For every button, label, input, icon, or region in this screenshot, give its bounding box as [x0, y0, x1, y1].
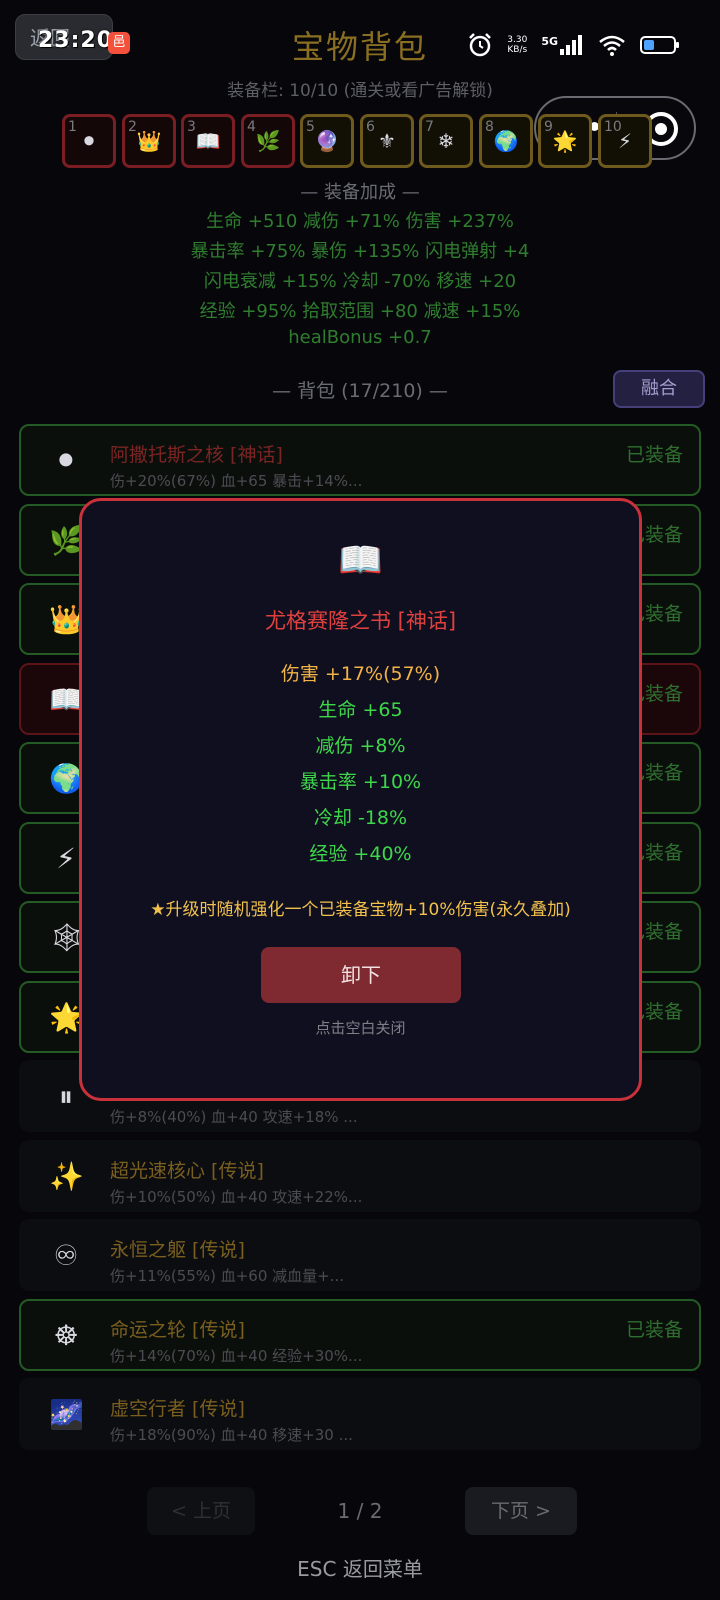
- item-desc: 伤+10%(50%) 血+40 攻速+22%...: [110, 1188, 363, 1206]
- item-desc: 伤+18%(90%) 血+40 移速+30 ...: [110, 1426, 353, 1444]
- item-detail-modal: 📖 尤格赛隆之书 [神话] 伤害 +17%(57%) 生命 +65 减伤 +8%…: [79, 498, 642, 1101]
- snowflake-icon: ❄: [437, 129, 455, 153]
- item-row[interactable]: 🌌 虚空行者 [传说] 伤+18%(90%) 血+40 移速+30 ...: [19, 1378, 701, 1450]
- equip-slots: 1 ⚫ 2 👑 3 📖 4 🌿 5 🔮 6 ⚜ 7 ❄ 8 🌍 9 🌟 10 ⚡: [62, 114, 662, 170]
- equipped-status: 已装备: [625, 1319, 683, 1341]
- prev-page-button[interactable]: < 上页: [147, 1487, 255, 1535]
- bonus-line: 经验 +95% 拾取范围 +80 减速 +15%: [199, 301, 521, 322]
- star-burst-icon: 🌟: [552, 129, 578, 153]
- equip-slot[interactable]: 5 🔮: [300, 114, 354, 168]
- lightning-icon: ⚡: [617, 129, 633, 153]
- globe-icon: 🌍: [493, 129, 519, 153]
- book-icon: 📖: [338, 540, 383, 581]
- item-desc: 伤+11%(55%) 血+60 减血量+...: [110, 1267, 345, 1285]
- web-icon: 🕸: [49, 921, 85, 954]
- alarm-icon: [469, 33, 492, 57]
- bonus-line: 生命 +510 减伤 +71% 伤害 +237%: [206, 211, 514, 232]
- item-name: 超光速核心 [传说]: [110, 1160, 264, 1182]
- equip-slot[interactable]: 9 🌟: [538, 114, 592, 168]
- modal-stat-defense: 减伤 +8%: [315, 735, 406, 757]
- herb-icon: 🌿: [49, 524, 84, 557]
- modal-special-effect: ★升级时随机强化一个已装备宝物+10%伤害(永久叠加): [150, 900, 571, 920]
- bonus-title: — 装备加成 —: [300, 182, 420, 203]
- net-speed: 3.30 KB/s: [507, 35, 528, 55]
- lightning-icon: ⚡: [56, 842, 76, 875]
- star-burst-icon: 🌟: [49, 1001, 84, 1034]
- item-name: 永恒之躯 [传说]: [110, 1239, 245, 1261]
- item-row[interactable]: ✨ 超光速核心 [传说] 伤+10%(50%) 血+40 攻速+22%...: [19, 1140, 701, 1212]
- equip-slot[interactable]: 10 ⚡: [598, 114, 652, 168]
- crown-icon: 👑: [49, 603, 84, 636]
- book-icon: 📖: [49, 683, 84, 716]
- item-row[interactable]: ♾ 永恒之躯 [传说] 伤+11%(55%) 血+60 减血量+...: [19, 1219, 701, 1291]
- globe-icon: 🌍: [49, 762, 84, 795]
- modal-stat-exp: 经验 +40%: [309, 843, 412, 865]
- item-name: 命运之轮 [传说]: [110, 1319, 245, 1341]
- equip-slot[interactable]: 1 ⚫: [62, 114, 116, 168]
- cell-signal-icon: 5G: [541, 35, 584, 55]
- battery-icon: [640, 36, 679, 54]
- equip-slot[interactable]: 3 📖: [181, 114, 235, 168]
- herb-icon: 🌿: [255, 129, 281, 153]
- item-name: 阿撒托斯之核 [神话]: [110, 444, 283, 466]
- pause-icon: ⏸: [58, 1080, 73, 1113]
- item-row[interactable]: ☸ 命运之轮 [传说] 伤+14%(70%) 血+40 经验+30%... 已装备: [19, 1299, 701, 1371]
- item-row[interactable]: ⚫ 阿撒托斯之核 [神话] 伤+20%(67%) 血+65 暴击+14%... 已装备: [19, 424, 701, 496]
- item-name: 虚空行者 [传说]: [110, 1398, 245, 1420]
- infinity-icon: ♾: [53, 1239, 79, 1272]
- close-hint: 点击空白关闭: [315, 1019, 406, 1037]
- orb-icon: ⚫: [80, 129, 98, 153]
- item-desc: 伤+14%(70%) 血+40 经验+30%...: [110, 1347, 363, 1365]
- equipped-status: 已装备: [625, 444, 683, 466]
- bonus-line: 闪电衰减 +15% 冷却 -70% 移速 +20: [203, 271, 517, 292]
- modal-stat-damage: 伤害 +17%(57%): [280, 663, 441, 685]
- equip-slot[interactable]: 7 ❄: [419, 114, 473, 168]
- fleur-icon: ⚜: [378, 129, 396, 153]
- book-icon: 📖: [195, 129, 221, 153]
- wifi-icon: [599, 35, 625, 56]
- modal-title: 尤格赛隆之书 [神话]: [264, 609, 457, 633]
- crystal-icon: 🔮: [314, 129, 340, 153]
- unequip-button[interactable]: 卸下: [261, 947, 461, 1003]
- page-indicator: 1 / 2: [337, 1499, 383, 1523]
- equip-slot[interactable]: 2 👑: [122, 114, 176, 168]
- fuse-button[interactable]: 融合: [613, 370, 705, 408]
- backpack-title: — 背包 (17/210) —: [272, 380, 448, 402]
- equip-bar-label: 装备栏: 10/10 (通关或看广告解锁): [227, 81, 493, 101]
- modal-stat-crit: 暴击率 +10%: [299, 771, 422, 793]
- modal-stat-hp: 生命 +65: [318, 699, 403, 721]
- bonus-line: healBonus +0.7: [288, 327, 432, 348]
- equip-slot[interactable]: 6 ⚜: [360, 114, 414, 168]
- modal-stat-cooldown: 冷却 -18%: [313, 807, 408, 829]
- sparkles-icon: ✨: [49, 1160, 84, 1193]
- equip-slot[interactable]: 8 🌍: [479, 114, 533, 168]
- equip-slot[interactable]: 4 🌿: [241, 114, 295, 168]
- orb-icon: ⚫: [54, 444, 78, 477]
- esc-hint[interactable]: ESC 返回菜单: [0, 1553, 720, 1582]
- next-page-button[interactable]: 下页 >: [465, 1487, 577, 1535]
- crown-icon: 👑: [136, 129, 162, 153]
- item-desc: 伤+8%(40%) 血+40 攻速+18% ...: [110, 1108, 358, 1126]
- item-desc: 伤+20%(67%) 血+65 暴击+14%...: [110, 472, 363, 490]
- bonus-line: 暴击率 +75% 暴伤 +135% 闪电弹射 +4: [190, 241, 530, 262]
- wheel-icon: ☸: [53, 1319, 79, 1352]
- galaxy-icon: 🌌: [49, 1398, 84, 1431]
- system-icons: 3.30 KB/s 5G: [467, 30, 680, 60]
